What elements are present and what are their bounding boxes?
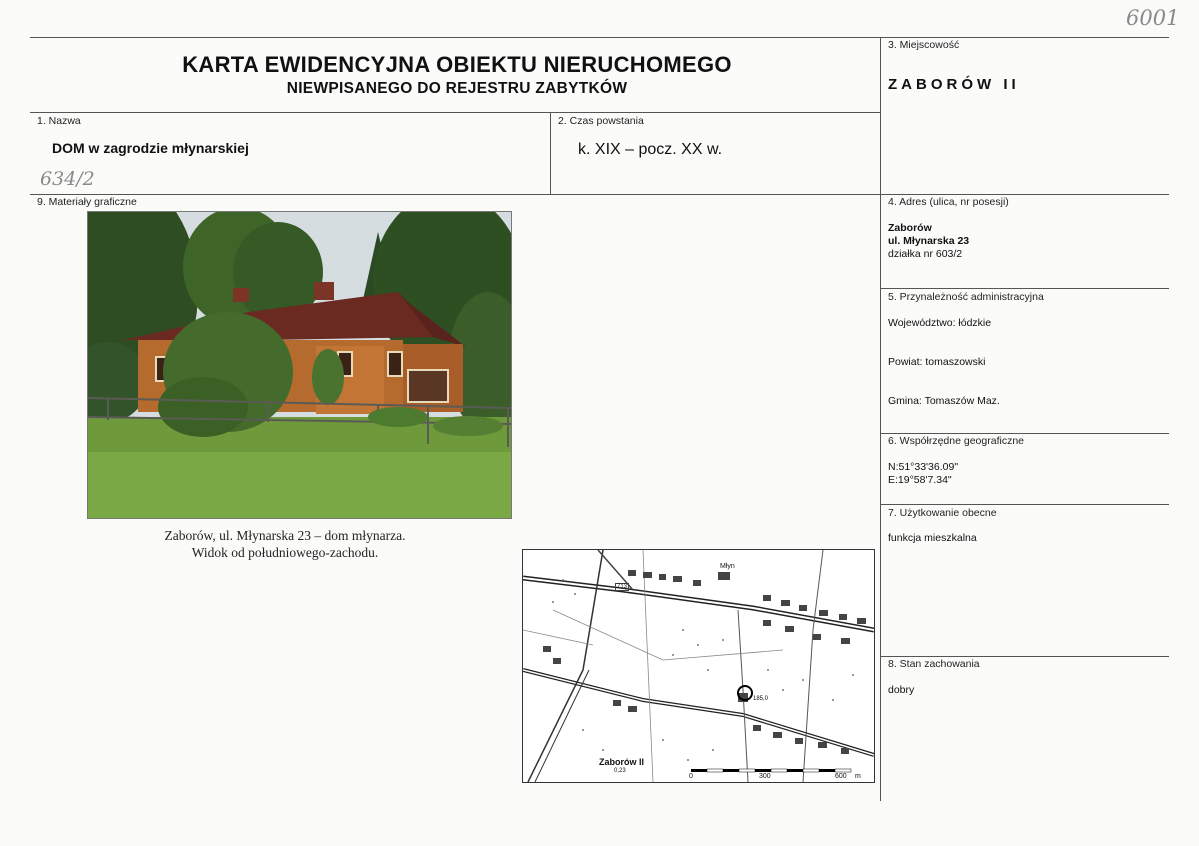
map-place-label: Zaborów II [599,757,644,767]
label-przynaleznosc: 5. Przynależność administracyjna [888,291,1044,303]
right-column-divider [880,37,881,801]
map-place-sub: 0,23 [614,768,626,774]
value-czas: k. XIX – pocz. XX w. [578,141,723,158]
value-longitude: E:19°58'7.34" [888,474,952,486]
map-illustration [523,550,874,782]
value-miejscowosc: ZABORÓW II [888,76,1020,93]
top-rule [30,37,1169,38]
value-latitude: N:51°33'36.09" [888,461,959,473]
map-scale-unit: m [855,773,861,780]
rule-7 [880,504,1169,505]
rule-5 [880,288,1169,289]
label-adres: 4. Adres (ulica, nr posesji) [888,196,1009,208]
address-line-2: ul. Młynarska 23 [888,235,970,247]
label-stan: 8. Stan zachowania [888,658,980,670]
value-wojewodztwo: Województwo: łódzkie [888,317,992,329]
map-label-mill: Młyn [720,563,735,570]
value-gmina: Gmina: Tomaszów Maz. [888,395,1000,407]
rule-8 [880,656,1169,657]
caption-line-2: Widok od południowego-zachodu. [191,545,379,560]
name-date-divider [550,112,551,194]
location-map: Młyn 713 185,0 Zaborów II 0,23 0 300 600… [522,549,875,783]
value-stan: dobry [888,684,915,696]
rule-6 [880,433,1169,434]
map-scale-300: 300 [759,773,771,780]
address-line-1: Zaborów [888,222,932,234]
handwritten-parcel-note: 634/2 [40,168,95,190]
value-uzytkowanie: funkcja mieszkalna [888,532,977,544]
house-photo [87,211,512,519]
map-label-elevation: 185,0 [753,696,769,702]
label-materialy: 9. Materiały graficzne [37,196,137,208]
map-label-road: 713 [615,583,630,591]
map-scale-0: 0 [689,773,693,780]
value-nazwa: DOM w zagrodzie młynarskiej [52,140,249,156]
map-scale-600: 600 [835,773,847,780]
caption-line-1: Zaborów, ul. Młynarska 23 – dom młynarza… [164,528,406,543]
house-photo-illustration [88,212,511,518]
handwritten-catalog-number: 6001 [1126,6,1180,30]
section-rule [30,194,1169,195]
label-miejscowosc: 3. Miejscowość [888,39,960,51]
photo-caption: Zaborów, ul. Młynarska 23 – dom młynarza… [90,527,480,561]
value-powiat: Powiat: tomaszowski [888,356,986,368]
title-rule [30,112,880,113]
address-line-3: działka nr 603/2 [888,248,963,260]
label-wspolrzedne: 6. Współrzędne geograficzne [888,435,1024,447]
label-czas: 2. Czas powstania [558,115,644,127]
card-subtitle: NIEWPISANEGO DO REJESTRU ZABYTKÓW [286,80,628,97]
card-title: KARTA EWIDENCYJNA OBIEKTU NIERUCHOMEGO [182,52,732,77]
label-nazwa: 1. Nazwa [37,115,81,127]
label-uzytkowanie: 7. Użytkowanie obecne [888,507,997,519]
